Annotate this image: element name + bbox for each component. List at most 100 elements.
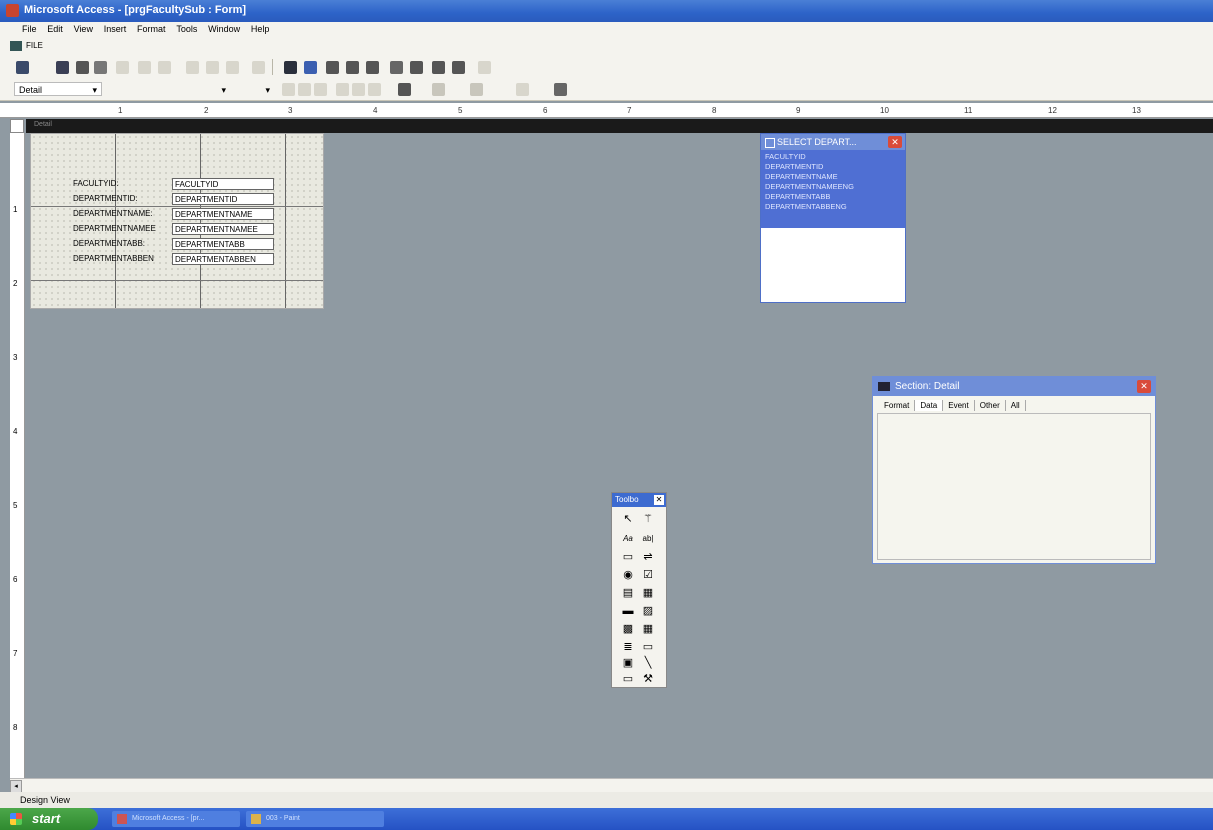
tab-all[interactable]: All — [1006, 400, 1026, 411]
textbox-departmentnameeng[interactable]: DEPARTMENTNAMEE — [172, 223, 274, 235]
field-list-window[interactable]: SELECT DEPART... ✕ FACULTYID DEPARTMENTI… — [760, 133, 906, 303]
textbox-departmentabb[interactable]: DEPARTMENTABB — [172, 238, 274, 250]
file-label[interactable]: FILE — [26, 41, 43, 50]
redo-icon[interactable] — [252, 61, 265, 74]
field-list-item[interactable]: DEPARTMENTABBENG — [765, 202, 901, 212]
properties-icon[interactable] — [390, 61, 403, 74]
detail-section-bar[interactable]: Detail — [26, 119, 1213, 133]
textbox-departmentname[interactable]: DEPARTMENTNAME — [172, 208, 274, 220]
menu-tools[interactable]: Tools — [172, 22, 201, 34]
menu-file[interactable]: File — [18, 22, 41, 34]
field-list-item[interactable]: FACULTYID — [765, 152, 901, 162]
label-departmentabb[interactable]: DEPARTMENTABB: — [71, 238, 171, 250]
hyperlink-icon[interactable] — [284, 61, 297, 74]
label-departmentname[interactable]: DEPARTMENTNAME: — [71, 208, 171, 220]
autoformat-icon[interactable] — [346, 61, 359, 74]
menu-window[interactable]: Window — [204, 22, 244, 34]
font-size-select[interactable]: ▾ — [244, 83, 274, 97]
tab-control-icon[interactable]: ▭ — [640, 639, 656, 655]
object-selector[interactable]: Detail ▾ — [14, 82, 102, 96]
tab-format[interactable]: Format — [879, 400, 916, 411]
label-departmentnameeng[interactable]: DEPARTMENTNAMEE — [71, 223, 171, 235]
form-design-grid[interactable]: FACULTYID: FACULTYID DEPARTMENTID: DEPAR… — [30, 133, 324, 309]
textbox-facultyid[interactable]: FACULTYID — [172, 178, 274, 190]
taskbar-item-paint[interactable]: 003 - Paint — [246, 811, 384, 827]
bound-frame-icon[interactable]: ▦ — [640, 621, 656, 637]
line-width-icon[interactable] — [516, 83, 529, 96]
form-selector[interactable] — [10, 119, 24, 133]
rectangle-icon[interactable]: ▭ — [620, 671, 636, 687]
bold-icon[interactable] — [282, 83, 295, 96]
subform-icon[interactable]: ▣ — [620, 655, 636, 671]
combobox-icon[interactable]: ▤ — [620, 585, 636, 601]
command-button-icon[interactable]: ▬ — [620, 603, 636, 619]
menu-help[interactable]: Help — [247, 22, 274, 34]
line-color-icon[interactable] — [470, 83, 483, 96]
label-departmentabbeng[interactable]: DEPARTMENTABBEN — [71, 253, 171, 265]
line-icon[interactable]: ╲ — [640, 655, 656, 671]
build-icon[interactable] — [410, 61, 423, 74]
close-icon[interactable]: ✕ — [888, 136, 902, 148]
menu-insert[interactable]: Insert — [100, 22, 131, 34]
field-list-titlebar[interactable]: SELECT DEPART... ✕ — [761, 134, 905, 150]
label-icon[interactable]: Aa — [620, 531, 636, 547]
listbox-icon[interactable]: ▦ — [640, 585, 656, 601]
option-group-icon[interactable]: ▭ — [620, 549, 636, 565]
start-button[interactable]: start — [0, 808, 98, 830]
field-list-item[interactable]: DEPARTMENTID — [765, 162, 901, 172]
font-color-icon[interactable] — [432, 83, 445, 96]
new-object-icon[interactable] — [452, 61, 465, 74]
italic-icon[interactable] — [298, 83, 311, 96]
database-window-icon[interactable] — [432, 61, 445, 74]
tab-other[interactable]: Other — [975, 400, 1006, 411]
font-name-select[interactable]: ▾ — [110, 83, 230, 97]
chevron-down-icon[interactable]: ▾ — [265, 83, 270, 97]
menu-edit[interactable]: Edit — [43, 22, 67, 34]
save-icon[interactable] — [56, 61, 69, 74]
property-sheet[interactable]: Section: Detail ✕ Format Data Event Other Al… — [872, 376, 1156, 564]
print-icon[interactable] — [76, 61, 89, 74]
close-icon[interactable]: ✕ — [1137, 380, 1151, 393]
copy-icon[interactable] — [158, 61, 171, 74]
textbox-departmentid[interactable]: DEPARTMENTID — [172, 193, 274, 205]
special-effect-icon[interactable] — [554, 83, 567, 96]
code-icon[interactable] — [366, 61, 379, 74]
label-facultyid[interactable]: FACULTYID: — [71, 178, 157, 190]
more-controls-icon[interactable]: ⚒ — [640, 671, 656, 687]
fill-color-icon[interactable] — [398, 83, 411, 96]
view-icon[interactable] — [16, 61, 29, 74]
horizontal-scrollbar[interactable]: ◂ — [10, 778, 1213, 793]
chevron-down-icon[interactable]: ▾ — [92, 83, 97, 97]
taskbar-item-access[interactable]: Microsoft Access - [pr... — [112, 811, 240, 827]
menu-format[interactable]: Format — [133, 22, 170, 34]
option-button-icon[interactable]: ◉ — [620, 567, 636, 583]
align-left-icon[interactable] — [336, 83, 349, 96]
property-sheet-titlebar[interactable]: Section: Detail ✕ — [873, 377, 1155, 396]
select-icon[interactable]: ↖ — [620, 511, 636, 527]
tab-event[interactable]: Event — [943, 400, 975, 411]
checkbox-icon[interactable]: ☑ — [640, 567, 656, 583]
field-list-item[interactable]: DEPARTMENTABB — [765, 192, 901, 202]
field-list-item[interactable]: DEPARTMENTNAMEENG — [765, 182, 901, 192]
cut-icon[interactable] — [138, 61, 151, 74]
menu-view[interactable]: View — [70, 22, 97, 34]
wizard-icon[interactable]: ⚚ — [640, 511, 656, 527]
paste-icon[interactable] — [186, 61, 199, 74]
tab-data[interactable]: Data — [915, 400, 944, 411]
undo-icon[interactable] — [226, 61, 239, 74]
textbox-departmentabbeng[interactable]: DEPARTMENTABBEN — [172, 253, 274, 265]
print-preview-icon[interactable] — [94, 61, 107, 74]
chevron-down-icon[interactable]: ▾ — [221, 83, 226, 97]
spelling-icon[interactable] — [116, 61, 129, 74]
field-list-icon[interactable] — [304, 61, 317, 74]
page-break-icon[interactable]: ≣ — [620, 639, 636, 655]
close-icon[interactable]: ✕ — [654, 495, 664, 505]
image-icon[interactable]: ▨ — [640, 603, 656, 619]
textbox-icon[interactable]: ab| — [640, 531, 656, 547]
underline-icon[interactable] — [314, 83, 327, 96]
label-departmentid[interactable]: DEPARTMENTID: — [71, 193, 157, 205]
align-right-icon[interactable] — [368, 83, 381, 96]
toolbox-icon[interactable] — [326, 61, 339, 74]
toolbox-titlebar[interactable]: Toolbo ✕ — [612, 493, 666, 507]
align-center-icon[interactable] — [352, 83, 365, 96]
